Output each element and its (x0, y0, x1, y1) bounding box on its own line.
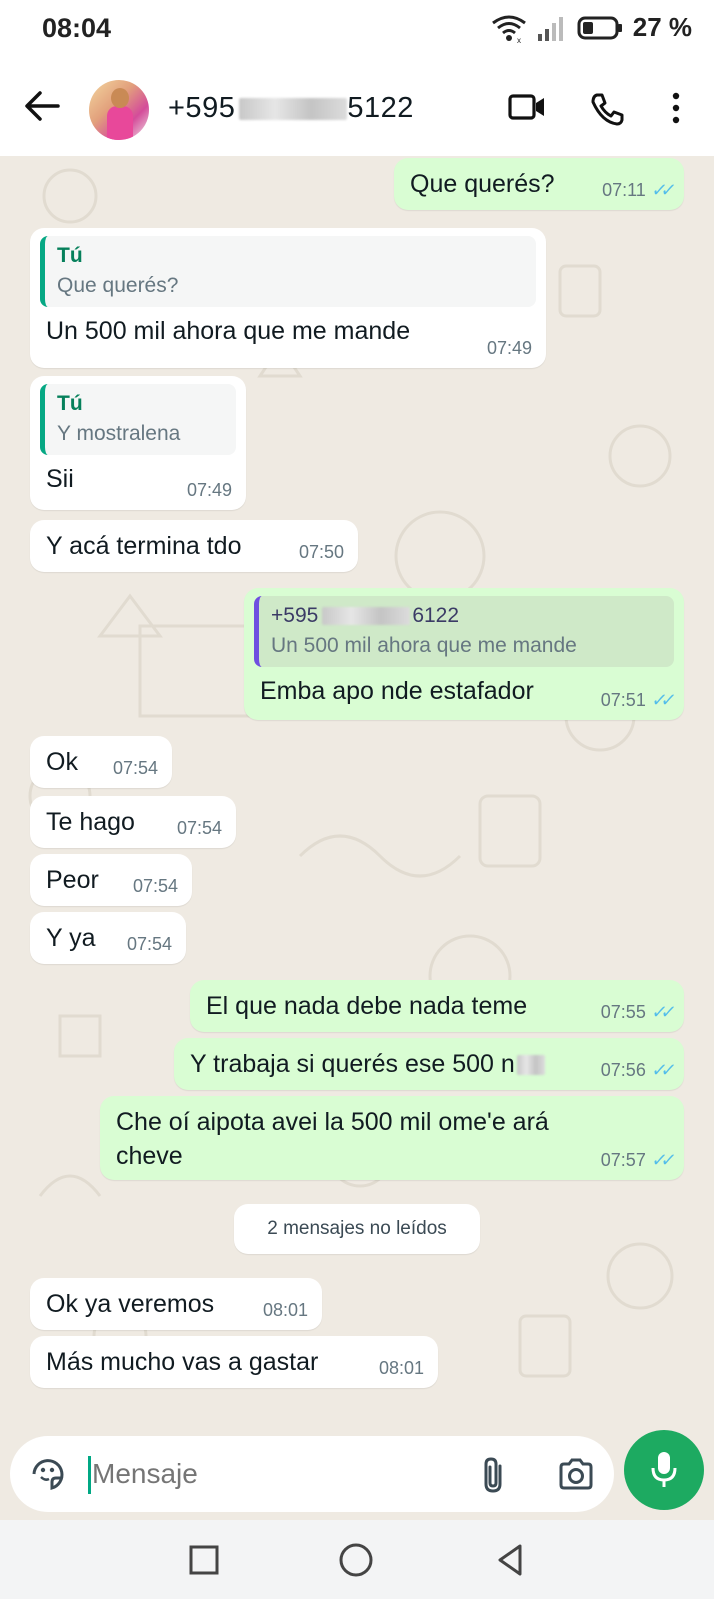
message-text: Y trabaja si querés ese 500 n (190, 1048, 545, 1082)
signal-icon (537, 16, 563, 41)
incoming-message[interactable]: Más mucho vas a gastar 08:01 (30, 1336, 438, 1388)
wifi-icon: x (491, 15, 526, 43)
system-navigation-bar (0, 1520, 714, 1599)
read-receipt-icon: ✓✓ (650, 1001, 672, 1022)
message-time: 08:01 (378, 1357, 424, 1378)
outgoing-message[interactable]: El que nada debe nada teme 07:55 ✓✓ (190, 980, 684, 1032)
quoted-author: Tú (57, 392, 83, 415)
sticker-icon[interactable] (30, 1456, 66, 1492)
message-time: 07:56 (600, 1059, 646, 1080)
status-time: 08:04 (42, 13, 112, 43)
message-text: Sii (46, 464, 74, 493)
message-time: 07:54 (126, 933, 172, 954)
incoming-message[interactable]: Ok ya veremos 08:01 (30, 1278, 322, 1330)
voice-message-button[interactable] (624, 1430, 704, 1510)
message-time: 08:01 (262, 1299, 308, 1320)
message-text-visible: Y trabaja si querés ese 500 n (190, 1050, 515, 1078)
message-time: 07:49 (186, 479, 232, 500)
home-circle-icon[interactable] (336, 1540, 376, 1580)
outgoing-message[interactable]: Que querés? 07:11 ✓✓ (394, 158, 684, 210)
contact-prefix: +595 (168, 92, 236, 124)
message-meta: 07:57 ✓✓ (600, 1148, 672, 1172)
message-time: 07:51 (600, 689, 646, 710)
message-text: Y acá termina tdo (46, 532, 242, 560)
attach-icon[interactable] (480, 1456, 506, 1494)
message-time: 07:55 (600, 1001, 646, 1022)
message-meta: 07:11 ✓✓ (602, 178, 672, 202)
video-call-icon[interactable] (508, 92, 546, 122)
outgoing-message[interactable]: Che oí aipota avei la 500 mil ome'e ará … (100, 1096, 684, 1180)
message-meta: 07:51 ✓✓ (600, 688, 672, 712)
quoted-author-prefix: +595 (271, 604, 319, 627)
chat-header: +595 5122 (0, 56, 714, 156)
quoted-text: Y mostralena (57, 422, 181, 446)
more-options-icon[interactable] (670, 92, 682, 124)
incoming-message[interactable]: Ok 07:54 (30, 736, 172, 788)
microphone-icon (651, 1452, 677, 1487)
read-receipt-icon: ✓✓ (650, 1059, 672, 1080)
quoted-message[interactable]: Tú Y mostralena (40, 384, 236, 455)
message-text: Te hago (46, 808, 135, 836)
message-text: Y ya (46, 924, 96, 952)
incoming-message[interactable]: Peor 07:54 (30, 854, 192, 906)
message-text: El que nada debe nada teme (206, 992, 528, 1020)
read-receipt-icon: ✓✓ (650, 179, 672, 200)
outgoing-message[interactable]: Y trabaja si querés ese 500 n 07:56 ✓✓ (174, 1038, 684, 1090)
battery-icon (577, 16, 622, 39)
quoted-message[interactable]: Tú Que querés? (40, 236, 536, 307)
quoted-text: Que querés? (57, 274, 179, 298)
message-meta: 07:55 ✓✓ (600, 1000, 672, 1024)
message-time: 07:54 (132, 875, 178, 896)
message-time: 07:54 (112, 757, 158, 778)
message-time: 07:11 (602, 179, 646, 200)
quoted-text: Un 500 mil ahora que me mande (271, 634, 577, 658)
redaction-blur (239, 98, 348, 121)
outgoing-message[interactable]: +595 6122 Un 500 mil ahora que me mande E… (244, 588, 684, 720)
message-text: Che oí aipota avei la 500 mil ome'e ará … (116, 1108, 549, 1170)
incoming-message[interactable]: Tú Y mostralena Sii 07:49 (30, 376, 246, 510)
status-bar: 08:04 x 27 % (0, 0, 714, 56)
camera-icon[interactable] (558, 1458, 594, 1490)
incoming-message[interactable]: Te hago 07:54 (30, 796, 236, 848)
back-arrow-icon[interactable] (22, 88, 62, 124)
incoming-message[interactable]: Y acá termina tdo 07:50 (30, 520, 358, 572)
read-receipt-icon: ✓✓ (650, 1149, 672, 1170)
message-text: Emba apo nde estafador (260, 676, 534, 705)
message-text: Peor (46, 866, 99, 894)
phone-call-icon[interactable] (590, 92, 624, 126)
message-time: 07:50 (298, 541, 344, 562)
svg-text:x: x (517, 36, 521, 43)
message-input[interactable] (88, 1450, 452, 1498)
redaction-blur (516, 1055, 545, 1076)
message-time: 07:57 (600, 1149, 646, 1170)
back-triangle-icon[interactable] (490, 1540, 530, 1580)
message-meta: 07:56 ✓✓ (600, 1058, 672, 1082)
contact-avatar[interactable] (89, 80, 149, 140)
message-text: Más mucho vas a gastar (46, 1348, 319, 1376)
message-text: Que querés? (410, 170, 555, 198)
quoted-author: Tú (57, 244, 83, 267)
unread-messages-banner: 2 mensajes no leídos (234, 1204, 480, 1254)
read-receipt-icon: ✓✓ (650, 689, 672, 710)
battery-percent: 27 % (632, 12, 692, 42)
message-text: Ok (46, 748, 78, 776)
message-time: 07:54 (176, 817, 222, 838)
message-composer (10, 1436, 614, 1512)
message-time: 07:49 (486, 337, 532, 358)
message-list[interactable]: Que querés? 07:11 ✓✓ Tú Que querés? Un 50… (0, 156, 714, 1436)
status-icons: x 27 % (491, 12, 692, 43)
message-text: Ok ya veremos (46, 1290, 215, 1318)
recents-square-icon[interactable] (184, 1540, 224, 1580)
quoted-message[interactable]: +595 6122 Un 500 mil ahora que me mande (254, 596, 674, 667)
quoted-author: +595 6122 (271, 602, 662, 630)
message-text: Un 500 mil ahora que me mande (46, 316, 411, 345)
redaction-blur (322, 607, 411, 626)
incoming-message[interactable]: Y ya 07:54 (30, 912, 186, 964)
incoming-message[interactable]: Tú Que querés? Un 500 mil ahora que me m… (30, 228, 546, 368)
contact-suffix: 5122 (347, 92, 414, 124)
contact-name[interactable]: +595 5122 (168, 92, 414, 125)
quoted-author-suffix: 6122 (412, 604, 460, 627)
